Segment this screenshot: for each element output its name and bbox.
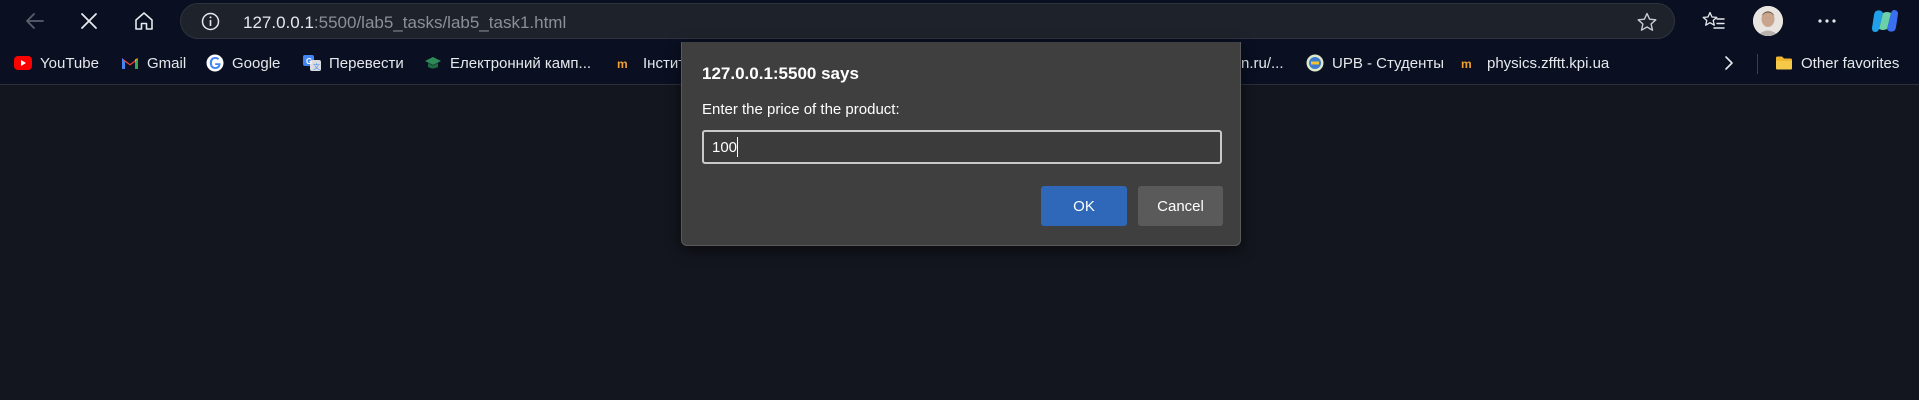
dialog-title: 127.0.0.1:5500 says	[702, 64, 859, 83]
favorites-button[interactable]	[1697, 4, 1731, 38]
user-avatar-icon	[1753, 6, 1783, 36]
youtube-icon	[14, 54, 32, 72]
address-bar[interactable]: 127.0.0.1:5500/lab5_tasks/lab5_task1.htm…	[180, 3, 1675, 39]
folder-icon	[1775, 54, 1793, 72]
close-icon	[81, 13, 97, 29]
url-host: 127.0.0.1	[243, 13, 314, 32]
bookmark-label: Google	[232, 54, 281, 72]
bookmark-label: n.ru/...	[1241, 54, 1284, 72]
bookmark-youtube[interactable]: YouTube	[14, 42, 99, 84]
browser-window: 127.0.0.1:5500/lab5_tasks/lab5_task1.htm…	[0, 0, 1919, 400]
bookmark-gmail[interactable]: Gmail	[121, 42, 186, 84]
graduation-cap-icon	[424, 54, 442, 72]
home-button[interactable]	[127, 4, 161, 38]
bookmark-label: Електронний камп...	[450, 54, 592, 72]
svg-text:m: m	[1461, 57, 1472, 70]
browser-toolbar: 127.0.0.1:5500/lab5_tasks/lab5_task1.htm…	[0, 0, 1919, 42]
site-info-icon[interactable]	[201, 12, 220, 31]
google-icon	[206, 54, 224, 72]
address-url[interactable]: 127.0.0.1:5500/lab5_tasks/lab5_task1.htm…	[243, 13, 566, 33]
page-content	[0, 85, 1919, 400]
copilot-button[interactable]	[1868, 4, 1902, 38]
bookmark-label: YouTube	[40, 54, 99, 72]
home-icon	[135, 12, 153, 30]
other-favorites-label: Other favorites	[1801, 54, 1900, 72]
gmail-icon	[121, 54, 139, 72]
bookmark-label: UPB - Студенты	[1332, 54, 1445, 72]
bookmark-google[interactable]: Google	[206, 42, 280, 84]
physics-icon: m	[1461, 54, 1479, 72]
bookmark-label: Gmail	[147, 54, 187, 72]
add-favorite-star-icon[interactable]	[1636, 11, 1658, 33]
upb-icon	[1306, 54, 1324, 72]
bookmark-physics[interactable]: m physics.zfftt.kpi.ua	[1461, 42, 1609, 84]
svg-text:文: 文	[313, 62, 320, 71]
svg-text:G: G	[306, 57, 312, 66]
more-dots-icon	[1818, 19, 1836, 23]
bookmark-electronic-campus[interactable]: Електронний камп...	[424, 42, 591, 84]
back-arrow-icon	[26, 13, 44, 29]
copilot-icon	[1872, 10, 1898, 33]
bookmark-label: Інстит	[643, 54, 686, 72]
chevron-right-icon	[1725, 56, 1733, 70]
svg-text:m: m	[617, 57, 628, 70]
institute-icon: m	[617, 54, 635, 72]
bookmark-label: physics.zfftt.kpi.ua	[1487, 54, 1610, 72]
back-button[interactable]	[18, 4, 52, 38]
bookmarks-divider	[1757, 54, 1758, 74]
bookmark-translate[interactable]: G 文 Перевести	[303, 42, 404, 84]
url-path: :5500/lab5_tasks/lab5_task1.html	[313, 13, 567, 32]
bookmark-institute[interactable]: m Інстит	[617, 42, 685, 84]
stop-loading-button[interactable]	[72, 4, 106, 38]
bookmark-partial[interactable]: n.ru/...	[1241, 42, 1284, 84]
translate-icon: G 文	[303, 54, 321, 72]
profile-avatar[interactable]	[1753, 6, 1783, 36]
bookmark-upb[interactable]: UPB - Студенты	[1306, 42, 1444, 84]
favorites-list-icon	[1702, 11, 1725, 29]
settings-more-button[interactable]	[1810, 4, 1844, 38]
other-favorites[interactable]: Other favorites	[1775, 42, 1899, 84]
bookmark-label: Перевести	[329, 54, 404, 72]
more-bookmarks-button[interactable]	[1722, 42, 1736, 84]
